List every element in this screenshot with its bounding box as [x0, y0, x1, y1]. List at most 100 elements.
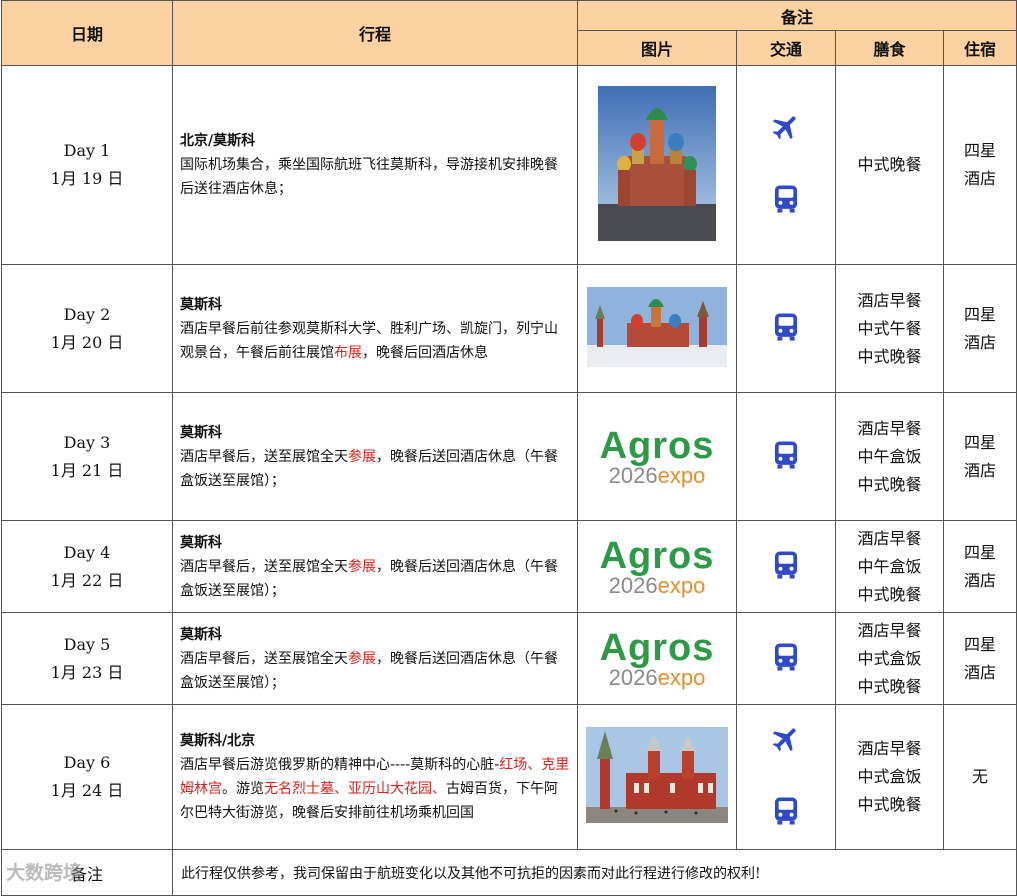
- stay-item: 酒店: [964, 662, 997, 682]
- plan-body: 酒店早餐后前往参观莫斯科大学、胜利广场、凯旋门，列宁山观景台，午餐后前往展馆布展…: [180, 317, 571, 365]
- image-cell: Agros 2026expo: [577, 520, 737, 613]
- header-image: 图片: [577, 30, 737, 66]
- meal-item: 中式晚餐: [857, 584, 922, 604]
- plane-icon: [770, 723, 802, 759]
- day-cell: Day 1 1月 19 日: [1, 65, 173, 265]
- bus-icon: [771, 549, 801, 585]
- stay-item: 无: [972, 767, 989, 786]
- image-cell: [577, 264, 737, 393]
- plan-title: 莫斯科: [180, 296, 222, 313]
- photo-red-square-winter: [587, 286, 727, 371]
- transport-cell: [736, 612, 836, 705]
- plan-cell: 莫斯科 酒店早餐后，送至展馆全天参展，晚餐后送回酒店休息（午餐盒饭送至展馆）；: [172, 392, 578, 521]
- transport-cell: [736, 65, 836, 265]
- itinerary-row: Day 1 1月 19 日 北京/莫斯科 国际机场集合，乘坐国际航班飞往莫斯科，…: [1, 65, 1017, 265]
- transport-cell: [736, 392, 836, 521]
- day-date: 1月 21 日: [50, 460, 124, 480]
- highlight-text: 布展: [334, 344, 362, 361]
- photo-historical-museum: [586, 727, 728, 827]
- image-cell: [577, 65, 737, 265]
- day-cell: Day 3 1月 21 日: [1, 392, 173, 521]
- plan-title: 莫斯科: [180, 534, 222, 551]
- itinerary-row: Day 6 1月 24 日 莫斯科/北京 酒店早餐后游览俄罗斯的精神中心----…: [1, 704, 1017, 850]
- meals-cell: 酒店早餐中午盒饭中式晚餐: [835, 520, 944, 613]
- plan-text: 酒店早餐后游览俄罗斯的精神中心----莫斯科的心脏-: [180, 757, 500, 773]
- meals-cell: 酒店早餐 中式盒饭 中式晚餐: [835, 704, 944, 850]
- meal-item: 中式晚餐: [857, 155, 922, 174]
- meal-item: 中式盒饭: [857, 767, 922, 786]
- meals-cell: 酒店早餐中午盒饭中式晚餐: [835, 392, 944, 521]
- agros-logo: Agros 2026expo: [600, 537, 715, 597]
- plan-body: 酒店早餐后，送至展馆全天参展，晚餐后送回酒店休息（午餐盒饭送至展馆）；: [180, 445, 571, 493]
- stay-item: 四星: [964, 304, 997, 324]
- stay-item: 酒店: [964, 570, 997, 590]
- meal-item: 中式晚餐: [857, 676, 922, 696]
- stay-cell: 四星 酒店: [942, 392, 1017, 521]
- day-number: Day 2: [63, 304, 111, 324]
- stay-item: 四星: [964, 141, 997, 160]
- stay-cell: 四星 酒店: [942, 264, 1017, 393]
- meals-cell: 中式晚餐: [835, 65, 944, 265]
- plan-title: 莫斯科/北京: [180, 733, 256, 749]
- agros-logo: Agros 2026expo: [600, 427, 715, 487]
- plan-title: 莫斯科: [180, 626, 222, 643]
- highlight-text: 参展: [348, 558, 376, 575]
- day-date: 1月 19 日: [50, 169, 124, 188]
- stay-item: 酒店: [964, 169, 997, 188]
- meals-cell: 酒店早餐 中式盒饭 中式晚餐: [835, 612, 944, 705]
- header-transport: 交通: [736, 30, 836, 66]
- stay-cell: 四星 酒店: [942, 520, 1017, 613]
- stay-cell: 四星 酒店: [942, 65, 1017, 265]
- transport-cell: [736, 520, 836, 613]
- day-cell: Day 6 1月 24 日: [1, 704, 173, 850]
- meal-item: 中午盒饭: [857, 556, 922, 576]
- stay-item: 酒店: [964, 332, 997, 352]
- plan-text: 。游览: [222, 781, 264, 797]
- plan-cell: 莫斯科/北京 酒店早餐后游览俄罗斯的精神中心----莫斯科的心脏-红场、克里姆林…: [172, 704, 578, 850]
- plan-cell: 北京/莫斯科 国际机场集合，乘坐国际航班飞往莫斯科，导游接机安排晚餐后送往酒店休…: [172, 65, 578, 265]
- photo-st-basils-cathedral: [598, 85, 716, 245]
- image-cell: Agros 2026expo: [577, 392, 737, 521]
- plan-text: 酒店早餐后，送至展馆全天: [180, 558, 348, 575]
- agros-logo: Agros 2026expo: [599, 534, 715, 598]
- day-number: Day 6: [63, 753, 111, 772]
- plan-text: ，晚餐后回酒店休息: [362, 344, 488, 361]
- stay-cell: 无: [942, 704, 1017, 850]
- day-number: Day 3: [63, 432, 111, 452]
- meal-item: 中午盒饭: [857, 446, 922, 466]
- note-text: 此行程仅供参考，我司保留由于航班变化以及其他不可抗拒的因素而对此行程进行修改的权…: [171, 849, 1017, 896]
- plan-body: 酒店早餐后，送至展馆全天参展，晚餐后送回酒店休息（午餐盒饭送至展馆）；: [180, 555, 571, 603]
- plan-cell: 莫斯科 酒店早餐后，送至展馆全天参展，晚餐后送回酒店休息（午餐盒饭送至展馆）；: [172, 612, 578, 705]
- stay-item: 四星: [964, 542, 997, 562]
- meals-cell: 酒店早餐 中式午餐 中式晚餐: [835, 264, 944, 393]
- bus-icon: [771, 311, 801, 347]
- header-date: 日期: [1, 0, 173, 66]
- meal-item: 酒店早餐: [857, 418, 922, 438]
- bus-icon: [771, 795, 801, 831]
- day-number: Day 1: [63, 141, 111, 160]
- plan-cell: 莫斯科 酒店早餐后前往参观莫斯科大学、胜利广场、凯旋门，列宁山观景台，午餐后前往…: [172, 264, 578, 393]
- plan-body: 酒店早餐后，送至展馆全天参展，晚餐后送回酒店休息（午餐盒饭送至展馆）；: [180, 647, 571, 695]
- itinerary-row: Day 2 1月 20 日 莫斯科 酒店早餐后前往参观莫斯科大学、胜利广场、凯旋…: [1, 264, 1017, 393]
- plan-body: 酒店早餐后游览俄罗斯的精神中心----莫斯科的心脏-红场、克里姆林宫。游览无名烈…: [180, 753, 571, 825]
- bus-icon: [771, 439, 801, 475]
- itinerary-row: Day 4 1月 22 日 莫斯科 酒店早餐后，送至展馆全天参展，晚餐后送回酒店…: [1, 520, 1017, 613]
- meal-item: 中式晚餐: [857, 346, 922, 366]
- day-cell: Day 5 1月 23 日: [1, 612, 173, 705]
- image-cell: [577, 704, 737, 850]
- meal-item: 酒店早餐: [857, 290, 922, 310]
- itinerary-row: Day 3 1月 21 日 莫斯科 酒店早餐后，送至展馆全天参展，晚餐后送回酒店…: [1, 392, 1017, 521]
- bus-icon: [771, 183, 801, 219]
- day-date: 1月 20 日: [50, 332, 124, 352]
- meal-item: 酒店早餐: [857, 528, 922, 548]
- meal-item: 中式晚餐: [857, 795, 922, 814]
- header-remarks: 备注: [576, 0, 1017, 31]
- agros-logo: Agros 2026expo: [599, 626, 715, 690]
- itinerary-table: 日期 行程 备注 图片 交通 膳食 住宿 Day 1 1月 19 日 北京/莫斯…: [1, 0, 1017, 896]
- plan-title: 莫斯科: [180, 424, 222, 441]
- image-cell: Agros 2026expo: [577, 612, 737, 705]
- day-cell: Day 4 1月 22 日: [1, 520, 173, 613]
- meal-item: 中式晚餐: [857, 474, 922, 494]
- agros-logo: Agros 2026expo: [599, 424, 715, 488]
- agros-logo: Agros 2026expo: [600, 629, 715, 689]
